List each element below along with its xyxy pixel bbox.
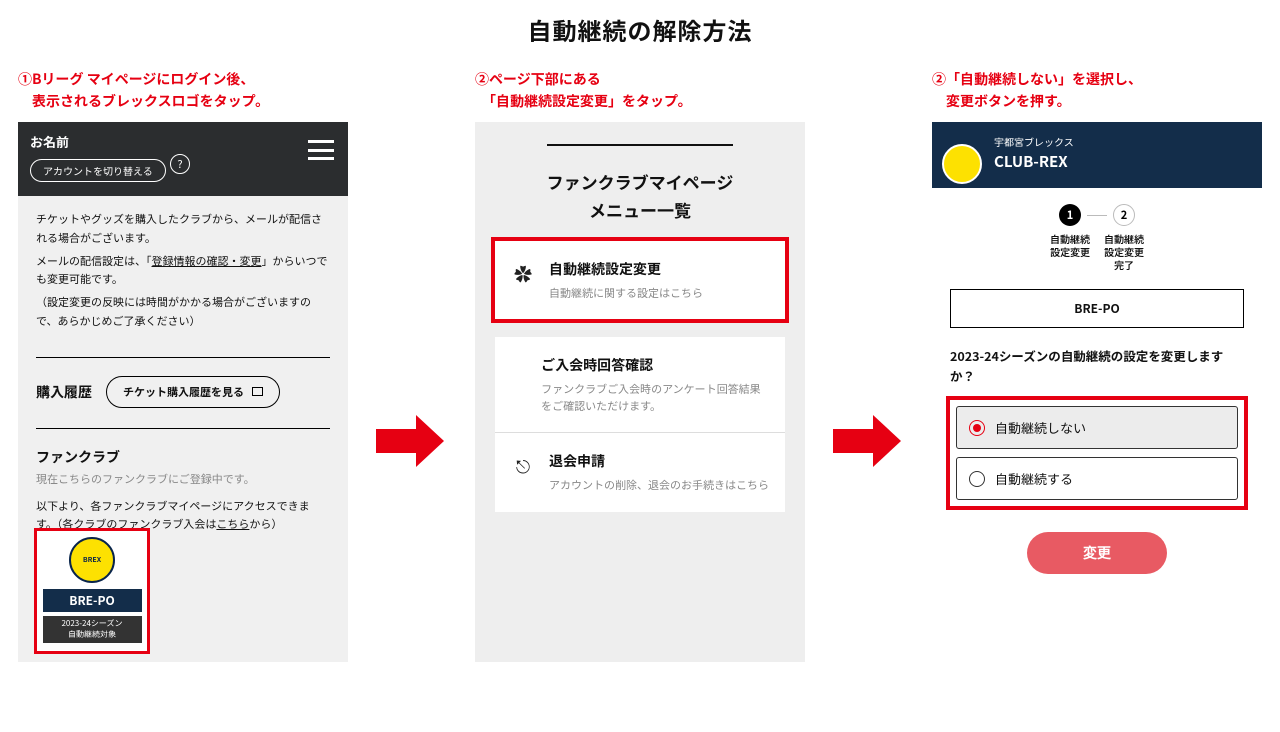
hamburger-menu-icon[interactable]: [308, 140, 334, 160]
step-dot-2: 2: [1113, 204, 1135, 226]
season-label: 2023-24シーズン 自動継続対象: [43, 616, 142, 643]
radio-selected-icon: [969, 420, 985, 436]
step-3-phone: 宇都宮ブレックス CLUB-REX 1 2 自動継続 設定変更 自動継続 設定変…: [932, 122, 1262, 662]
settings-icon: ✿: [511, 261, 535, 287]
settings-link[interactable]: 登録情報の確認・変更: [152, 253, 262, 269]
join-fanclub-link[interactable]: こちら: [216, 516, 249, 532]
step-3-caption: ②「自動継続しない」を選択し、 変更ボタンを押す。: [932, 69, 1262, 112]
brex-logo-icon: BREX: [69, 537, 115, 583]
exit-icon: ⎋: [511, 453, 535, 479]
brepo-box: BRE-PO: [950, 289, 1244, 328]
brepo-label: BRE-PO: [43, 589, 142, 612]
step-label-1: 自動継続 設定変更: [1050, 232, 1090, 271]
step-2-caption: ②ページ下部にある 「自動継続設定変更」をタップ。: [475, 69, 805, 112]
step-1-caption: ①Bリーグ マイページにログイン後、 表示されるブレックスロゴをタップ。: [18, 69, 348, 112]
brex-logo-icon: [942, 144, 982, 184]
step-label-2: 自動継続 設定変更 完了: [1104, 232, 1144, 271]
menu-heading: ファンクラブマイページ メニュー一覧: [485, 168, 795, 222]
switch-account-button[interactable]: アカウントを切り替える: [30, 159, 166, 182]
menu-item-survey[interactable]: ご入会時回答確認 ファンクラブご入会時のアンケート回答結果をご確認いただけます。: [495, 337, 785, 433]
step-3-column: ②「自動継続しない」を選択し、 変更ボタンを押す。 宇都宮ブレックス CLUB-…: [932, 69, 1262, 662]
progress-stepper: 1 2: [932, 204, 1262, 226]
confirm-question: 2023-24シーズンの自動継続の設定を変更しますか？: [950, 346, 1244, 386]
step-1-phone: お名前 アカウントを切り替える ? チケットやグッズを購入したクラブから、メール…: [18, 122, 348, 662]
menu-item-auto-renewal[interactable]: ✿ 自動継続設定変更 自動継続に関する設定はこちら: [495, 241, 785, 320]
purchase-history-heading: 購入履歴: [36, 382, 92, 402]
mypage-header: お名前 アカウントを切り替える ?: [18, 122, 348, 196]
radio-unselected-icon: [969, 471, 985, 487]
step-dot-1: 1: [1059, 204, 1081, 226]
fanclub-subtext: 現在こちらのファンクラブにご登録中です。: [36, 471, 330, 487]
brex-club-tile[interactable]: BREX BRE-PO 2023-24シーズン 自動継続対象: [34, 528, 150, 654]
external-icon: [252, 387, 263, 396]
arrow-icon: [833, 415, 905, 467]
options-highlight: 自動継続しない 自動継続する: [946, 396, 1248, 510]
step-2-column: ②ページ下部にある 「自動継続設定変更」をタップ。 ファンクラブマイページ メニ…: [475, 69, 805, 662]
option-no-renew[interactable]: 自動継続しない: [956, 406, 1238, 449]
step-1-column: ①Bリーグ マイページにログイン後、 表示されるブレックスロゴをタップ。 お名前…: [18, 69, 348, 662]
fanclub-heading: ファンクラブ: [36, 447, 120, 467]
step-2-phone: ファンクラブマイページ メニュー一覧 ✿ 自動継続設定変更 自動継続に関する設定…: [475, 122, 805, 662]
arrow-icon: [376, 415, 448, 467]
option-yes-renew[interactable]: 自動継続する: [956, 457, 1238, 500]
change-button[interactable]: 変更: [1027, 532, 1167, 574]
page-title: 自動継続の解除方法: [0, 12, 1280, 47]
ticket-history-button[interactable]: チケット購入履歴を見る: [106, 376, 280, 408]
user-name-label: お名前: [30, 132, 336, 151]
menu-item-withdraw[interactable]: ⎋ 退会申請 アカウントの削除、退会のお手続きはこちら: [495, 433, 785, 512]
help-icon[interactable]: ?: [170, 154, 190, 174]
mypage-notice: チケットやグッズを購入したクラブから、メールが配信される場合がございます。 メー…: [18, 196, 348, 344]
club-header: 宇都宮ブレックス CLUB-REX: [932, 122, 1262, 188]
